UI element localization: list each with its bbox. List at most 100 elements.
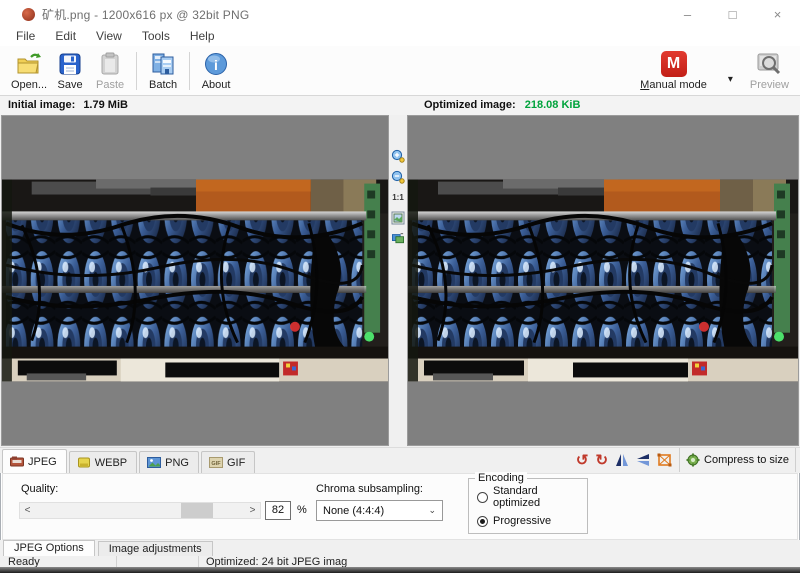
- open-button[interactable]: Open...: [8, 48, 50, 94]
- tab-webp[interactable]: WEBP: [69, 451, 137, 473]
- optimized-image-size: 218.08 KiB: [525, 99, 581, 111]
- zoom-out-icon[interactable]: [391, 170, 405, 184]
- tab-jpeg-options[interactable]: JPEG Options: [3, 540, 95, 556]
- quality-value-input[interactable]: 82: [265, 501, 291, 520]
- chroma-subsampling-select[interactable]: None (4:4:4) ⌄: [316, 500, 443, 521]
- compress-to-size-button[interactable]: Compress to size: [679, 448, 796, 472]
- initial-image-info: Initial image: 1.79 MiB: [8, 99, 128, 111]
- slider-left-arrow[interactable]: <: [20, 505, 35, 516]
- compare-views-icon[interactable]: [391, 232, 405, 244]
- manual-mode-button[interactable]: M Manual mode: [637, 48, 710, 94]
- optimized-image-label: Optimized image:: [424, 99, 516, 111]
- tab-webp-label: WEBP: [95, 457, 127, 469]
- bottom-tab-row: JPEG Options Image adjustments: [0, 540, 800, 556]
- batch-icon: [151, 51, 175, 77]
- about-button[interactable]: i About: [196, 48, 236, 94]
- png-tab-icon: [147, 457, 161, 468]
- slider-track[interactable]: [35, 503, 245, 518]
- open-label: Open...: [11, 79, 47, 91]
- encoding-standard-label: Standard optimized: [493, 485, 587, 509]
- gif-tab-icon: GIF: [209, 457, 223, 468]
- preview-magnifier-icon: [756, 51, 782, 77]
- tab-gif-label: GIF: [227, 457, 245, 469]
- zoom-in-icon[interactable]: [391, 149, 405, 163]
- maximize-button[interactable]: □: [710, 0, 755, 28]
- tab-jpeg[interactable]: JPEG: [2, 449, 67, 473]
- save-floppy-icon: [59, 51, 81, 77]
- compress-gear-icon: [686, 453, 700, 467]
- svg-text:i: i: [214, 57, 218, 73]
- viewer-tool-strip: 1:1: [389, 115, 407, 446]
- actual-size-button[interactable]: 1:1: [392, 193, 404, 202]
- batch-button[interactable]: Batch: [143, 48, 183, 94]
- manual-mode-icon: M: [661, 51, 687, 77]
- toolbar-separator: [136, 52, 137, 90]
- menu-file[interactable]: File: [6, 28, 45, 46]
- manual-mode-label: Manual mode: [640, 79, 707, 91]
- svg-text:GIF: GIF: [211, 461, 221, 467]
- save-button[interactable]: Save: [50, 48, 90, 94]
- toolbar-separator: [189, 52, 190, 90]
- quality-unit-label: %: [297, 504, 307, 516]
- chroma-subsampling-label: Chroma subsampling:: [316, 483, 423, 495]
- image-viewer: 1:1: [0, 115, 800, 447]
- screen-bottom-edge: [0, 567, 800, 573]
- paste-button[interactable]: Paste: [90, 48, 130, 94]
- optimized-image-info: Optimized image: 218.08 KiB: [424, 99, 580, 111]
- menu-tools[interactable]: Tools: [132, 28, 180, 46]
- initial-image-canvas: [2, 116, 388, 445]
- rotate-left-button[interactable]: ↺: [576, 453, 589, 468]
- crop-resize-button[interactable]: [657, 453, 672, 467]
- title-bar: 矿机.png - 1200x616 px @ 32bit PNG – □ ×: [0, 0, 800, 28]
- window-title: 矿机.png - 1200x616 px @ 32bit PNG: [42, 6, 249, 23]
- riot-app-window: { "window": { "title": "矿机.png - 1200x61…: [0, 0, 800, 573]
- jpeg-options-panel: Quality: < > 82 % Chroma subsampling: No…: [2, 473, 798, 540]
- slider-thumb[interactable]: [181, 503, 213, 518]
- radio-progressive-icon: [477, 516, 488, 527]
- preview-button[interactable]: Preview: [747, 48, 792, 94]
- encoding-group-label: Encoding: [475, 472, 527, 484]
- fit-image-icon[interactable]: [391, 211, 405, 225]
- initial-image-label: Initial image:: [8, 99, 75, 111]
- initial-image-panel[interactable]: [1, 115, 389, 446]
- status-separator: [116, 556, 117, 567]
- paste-label: Paste: [96, 79, 124, 91]
- manual-mode-dropdown-arrow[interactable]: ▾: [728, 56, 733, 85]
- status-separator: [198, 556, 199, 567]
- minimize-button[interactable]: –: [665, 0, 710, 28]
- encoding-option-progressive[interactable]: Progressive: [477, 515, 587, 527]
- about-label: About: [202, 79, 231, 91]
- optimized-image-panel[interactable]: [407, 115, 799, 446]
- format-tab-row: JPEG WEBP PNG GIF GIF ↺ ↻: [0, 447, 800, 473]
- batch-label: Batch: [149, 79, 177, 91]
- menu-edit[interactable]: Edit: [45, 28, 86, 46]
- slider-right-arrow[interactable]: >: [245, 505, 260, 516]
- menu-help[interactable]: Help: [180, 28, 225, 46]
- encoding-progressive-label: Progressive: [493, 515, 551, 527]
- tab-gif[interactable]: GIF GIF: [201, 451, 255, 473]
- quality-slider[interactable]: < >: [19, 502, 261, 519]
- encoding-groupbox: Encoding Standard optimized Progressive: [468, 478, 588, 534]
- close-button[interactable]: ×: [755, 0, 800, 28]
- tab-png[interactable]: PNG: [139, 451, 199, 473]
- save-label: Save: [58, 79, 83, 91]
- app-icon: [22, 8, 35, 21]
- flip-horizontal-button[interactable]: [615, 453, 629, 467]
- quality-label: Quality:: [21, 483, 58, 495]
- tab-jpeg-label: JPEG: [28, 456, 57, 468]
- open-folder-icon: [16, 51, 42, 77]
- tab-image-adjustments[interactable]: Image adjustments: [98, 541, 213, 556]
- radio-standard-icon: [477, 492, 488, 503]
- main-toolbar: Open... Save Paste: [0, 46, 800, 96]
- compress-to-size-label: Compress to size: [704, 454, 789, 466]
- chroma-subsampling-value: None (4:4:4): [323, 505, 384, 517]
- rotate-right-button[interactable]: ↻: [595, 453, 608, 468]
- flip-vertical-button[interactable]: [636, 453, 650, 467]
- encoding-option-standard[interactable]: Standard optimized: [477, 485, 587, 509]
- optimized-image-canvas: [408, 116, 798, 445]
- image-info-row: Initial image: 1.79 MiB Optimized image:…: [0, 96, 800, 115]
- image-action-toolbar: ↺ ↻ Compress to size: [576, 447, 800, 473]
- menu-view[interactable]: View: [86, 28, 132, 46]
- webp-tab-icon: [77, 457, 91, 468]
- about-info-icon: i: [204, 51, 228, 77]
